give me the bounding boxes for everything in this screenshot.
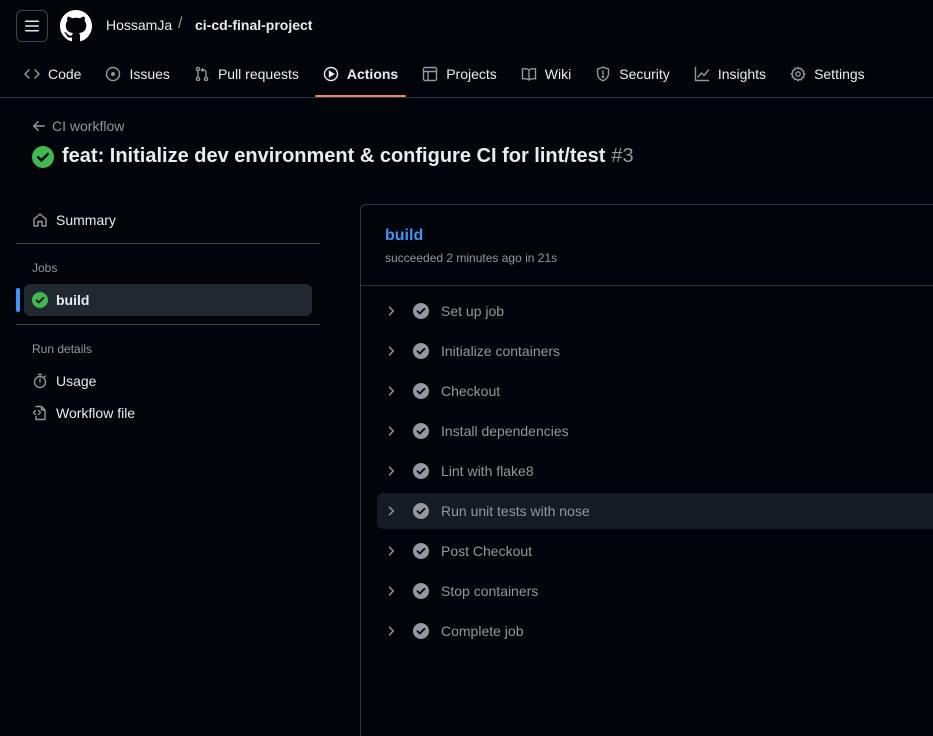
tab-label: Actions — [346, 66, 399, 82]
run-details-heading: Run details — [32, 342, 93, 356]
issue-opened-icon — [106, 66, 121, 82]
hamburger-icon — [25, 20, 39, 32]
run-number: #3 — [611, 145, 634, 167]
job-step-label: Set up job — [441, 303, 505, 319]
job-step[interactable]: Run unit tests with nose — [377, 493, 933, 529]
book-icon — [521, 67, 536, 81]
home-icon — [33, 213, 47, 227]
back-link-label: CI workflow — [52, 118, 125, 134]
chevron-right-icon — [385, 625, 401, 637]
tab-label: Security — [619, 66, 670, 82]
job-step[interactable]: Initialize containers — [377, 333, 933, 369]
job-step[interactable]: Install dependencies — [377, 413, 933, 449]
job-step-label: Lint with flake8 — [441, 463, 534, 479]
chevron-right-icon — [385, 385, 401, 397]
shield-icon — [597, 66, 610, 82]
job-step-label: Install dependencies — [441, 423, 569, 439]
code-icon — [24, 69, 40, 79]
menu-button[interactable] — [16, 10, 48, 42]
sidebar-item-label: Workflow file — [56, 405, 136, 421]
sidebar-item-label: build — [56, 292, 90, 308]
check-circle-fill-icon — [413, 583, 429, 599]
check-circle-fill-icon — [413, 463, 429, 479]
job-step[interactable]: Post Checkout — [377, 533, 933, 569]
chevron-right-icon — [385, 465, 401, 477]
run-title: feat: Initialize dev environment & confi… — [32, 145, 634, 168]
tab-pull-requests[interactable]: Pull requests — [186, 56, 307, 92]
check-circle-fill-icon — [413, 543, 429, 559]
job-step-label: Initialize containers — [441, 343, 561, 359]
stopwatch-icon — [33, 373, 47, 389]
job-step-label: Stop containers — [441, 583, 539, 599]
tab-projects[interactable]: Projects — [414, 56, 505, 92]
job-step[interactable]: Complete job — [377, 613, 933, 649]
back-to-workflow-link[interactable]: CI workflow — [32, 118, 124, 134]
sidebar-item-summary[interactable]: Summary — [24, 204, 312, 236]
selected-indicator — [16, 288, 20, 312]
chevron-right-icon — [385, 345, 401, 357]
check-circle-fill-icon — [32, 145, 54, 168]
sidebar-job-build[interactable]: build — [24, 284, 312, 316]
table-icon — [423, 66, 438, 82]
tab-label: Settings — [814, 66, 865, 82]
tab-wiki[interactable]: Wiki — [513, 56, 579, 92]
breadcrumb-owner[interactable]: HossamJa — [106, 17, 172, 33]
check-circle-fill-icon — [413, 303, 429, 319]
check-circle-fill-icon — [32, 292, 48, 308]
job-name-link[interactable]: build — [385, 227, 423, 245]
chevron-right-icon — [385, 305, 401, 317]
arrow-left-icon — [33, 120, 45, 132]
job-step-label: Post Checkout — [441, 543, 533, 559]
sidebar-divider — [16, 243, 320, 244]
tab-label: Wiki — [544, 66, 572, 82]
chevron-right-icon — [385, 425, 401, 437]
check-circle-fill-icon — [413, 383, 429, 399]
github-logo-icon[interactable] — [60, 10, 92, 42]
job-step-label: Run unit tests with nose — [441, 503, 590, 519]
job-step[interactable]: Lint with flake8 — [377, 453, 933, 489]
gear-icon — [790, 66, 806, 82]
chevron-right-icon — [385, 505, 401, 517]
file-code-icon — [32, 405, 46, 421]
check-circle-fill-icon — [413, 623, 429, 639]
sidebar-item-workflow-file[interactable]: Workflow file — [24, 397, 312, 429]
job-meta: succeeded 2 minutes ago in 21s — [385, 251, 558, 265]
sidebar-item-label: Summary — [56, 212, 116, 228]
tab-insights[interactable]: Insights — [686, 56, 774, 92]
git-pull-request-icon — [195, 66, 209, 82]
job-divider — [361, 285, 933, 286]
breadcrumb-separator: / — [178, 15, 183, 32]
job-step[interactable]: Set up job — [377, 293, 933, 329]
repo-header: HossamJa / ci-cd-final-project Code Issu… — [0, 0, 933, 98]
tab-label: Insights — [717, 66, 767, 82]
check-circle-fill-icon — [413, 343, 429, 359]
job-step[interactable]: Stop containers — [377, 573, 933, 609]
check-circle-fill-icon — [413, 423, 429, 439]
tab-label: Code — [48, 66, 82, 82]
job-step-label: Checkout — [441, 383, 501, 399]
run-title-text: feat: Initialize dev environment & confi… — [62, 145, 606, 167]
tab-settings[interactable]: Settings — [782, 56, 873, 92]
job-step[interactable]: Checkout — [377, 373, 933, 409]
tab-code[interactable]: Code — [16, 56, 89, 92]
tab-security[interactable]: Security — [587, 56, 678, 92]
repo-nav-tabs: Code Issues Pull requests Actions Projec… — [16, 56, 881, 98]
sidebar-divider — [16, 324, 320, 325]
tab-label: Issues — [129, 66, 170, 82]
tab-actions[interactable]: Actions — [314, 56, 407, 97]
tab-issues[interactable]: Issues — [97, 56, 177, 92]
breadcrumb-repo[interactable]: ci-cd-final-project — [195, 17, 312, 33]
sidebar-item-label: Usage — [56, 373, 97, 389]
tab-label: Projects — [446, 66, 497, 82]
sidebar-item-usage[interactable]: Usage — [24, 365, 312, 397]
play-icon — [323, 66, 339, 82]
tab-label: Pull requests — [217, 66, 299, 82]
check-circle-fill-icon — [413, 503, 429, 519]
chevron-right-icon — [385, 585, 401, 597]
graph-icon — [694, 66, 710, 82]
chevron-right-icon — [385, 545, 401, 557]
jobs-heading: Jobs — [32, 261, 58, 275]
job-step-label: Complete job — [441, 623, 524, 639]
